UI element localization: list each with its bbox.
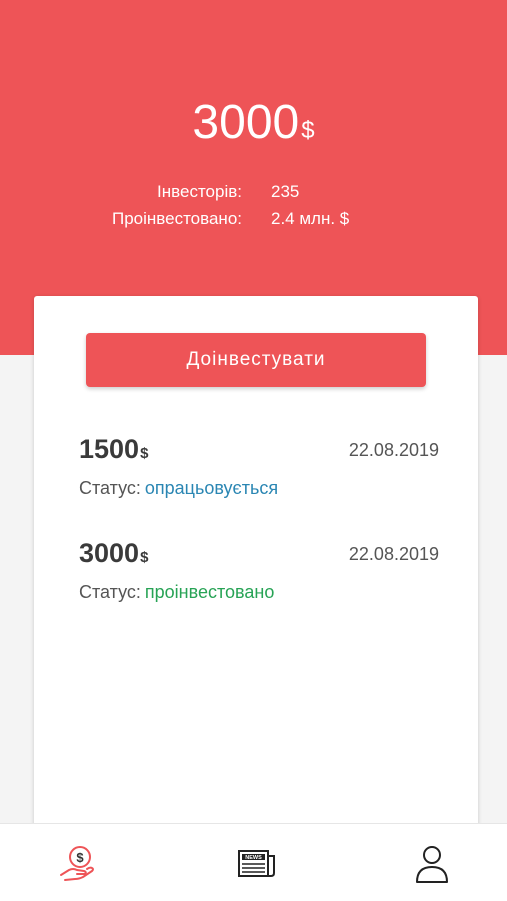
investment-amount-value: 3000 [79, 538, 140, 568]
stats-block: Інвесторів: 235 Проінвестовано: 2.4 млн.… [0, 182, 507, 236]
invest-more-button[interactable]: Доінвестувати [86, 333, 426, 387]
investment-currency: $ [140, 445, 149, 462]
nav-investments[interactable]: $ [56, 842, 100, 886]
svg-text:$: $ [76, 850, 84, 865]
status-label: Статус: [79, 582, 141, 602]
balance-amount: 3000$ [0, 95, 507, 159]
stat-value: 2.4 млн. $ [271, 209, 350, 228]
investment-item[interactable]: 3000$ 22.08.2019 Статус: проінвестовано [79, 538, 439, 618]
stat-invested: Проінвестовано: 2.4 млн. $ [0, 209, 507, 236]
investment-status: Статус: опрацьовується [79, 478, 278, 499]
status-value-processing: опрацьовується [144, 478, 279, 498]
stat-investors: Інвесторів: 235 [0, 182, 507, 209]
svg-text:NEWS: NEWS [245, 855, 262, 861]
investments-card: Доінвестувати 1500$ 22.08.2019 Статус: оп… [34, 296, 478, 836]
investment-date: 22.08.2019 [348, 544, 439, 564]
investment-status: Статус: проінвестовано [79, 582, 274, 603]
stat-label: Проінвестовано: [112, 209, 242, 228]
investment-amount-value: 1500 [79, 434, 140, 464]
money-hand-icon: $ [60, 846, 94, 881]
investment-amount: 1500$ [79, 434, 148, 465]
status-value-invested: проінвестовано [144, 582, 275, 602]
investment-date: 22.08.2019 [348, 440, 439, 460]
user-icon [416, 846, 448, 883]
stat-value: 235 [271, 182, 300, 201]
investment-currency: $ [140, 549, 149, 566]
bottom-navigation: $ NEWS [0, 823, 507, 901]
nav-profile[interactable] [410, 842, 454, 886]
stat-label: Інвесторів: [157, 182, 242, 201]
news-icon: NEWS [238, 850, 275, 877]
nav-news[interactable]: NEWS [234, 842, 278, 886]
investment-amount: 3000$ [79, 538, 148, 569]
balance-value: 3000 [192, 96, 300, 149]
status-label: Статус: [79, 478, 141, 498]
balance-currency: $ [301, 117, 315, 144]
investment-item[interactable]: 1500$ 22.08.2019 Статус: опрацьовується [79, 434, 439, 514]
